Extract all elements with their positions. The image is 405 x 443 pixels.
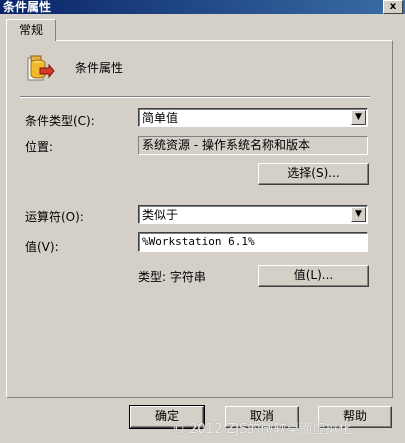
operator-value: 类似于 [142,208,179,222]
select-button[interactable]: 选择(S)... [258,163,369,185]
watermark: © 2012 ZJS的微软桌面虚拟化 [172,422,352,437]
title-bar: 条件属性 x [0,0,405,14]
dropdown-arrow-icon[interactable]: ▼ [351,110,366,125]
value-button[interactable]: 值(L)... [258,265,369,287]
value-label: 值(V): [25,240,59,254]
close-icon: x [389,1,397,12]
condition-properties-icon [27,55,55,81]
operator-label: 运算符(O): [25,210,84,224]
header-title: 条件属性 [75,61,124,75]
value-input[interactable]: %Workstation 6.1% [138,232,368,252]
location-field: 系统资源 - 操作系统名称和版本 [138,136,368,155]
condition-type-value: 简单值 [142,111,179,125]
type-label: 类型: 字符串 [138,270,206,284]
close-button[interactable]: x [383,0,403,14]
location-label: 位置: [25,140,54,154]
condition-type-select[interactable]: 简单值 ▼ [138,108,368,127]
tab-general[interactable]: 常规 [6,19,56,41]
dropdown-arrow-icon[interactable]: ▼ [351,207,366,222]
window-title: 条件属性 [3,0,52,14]
condition-type-label: 条件类型(C): [25,114,95,128]
operator-select[interactable]: 类似于 ▼ [138,205,368,224]
header-separator [20,96,370,98]
